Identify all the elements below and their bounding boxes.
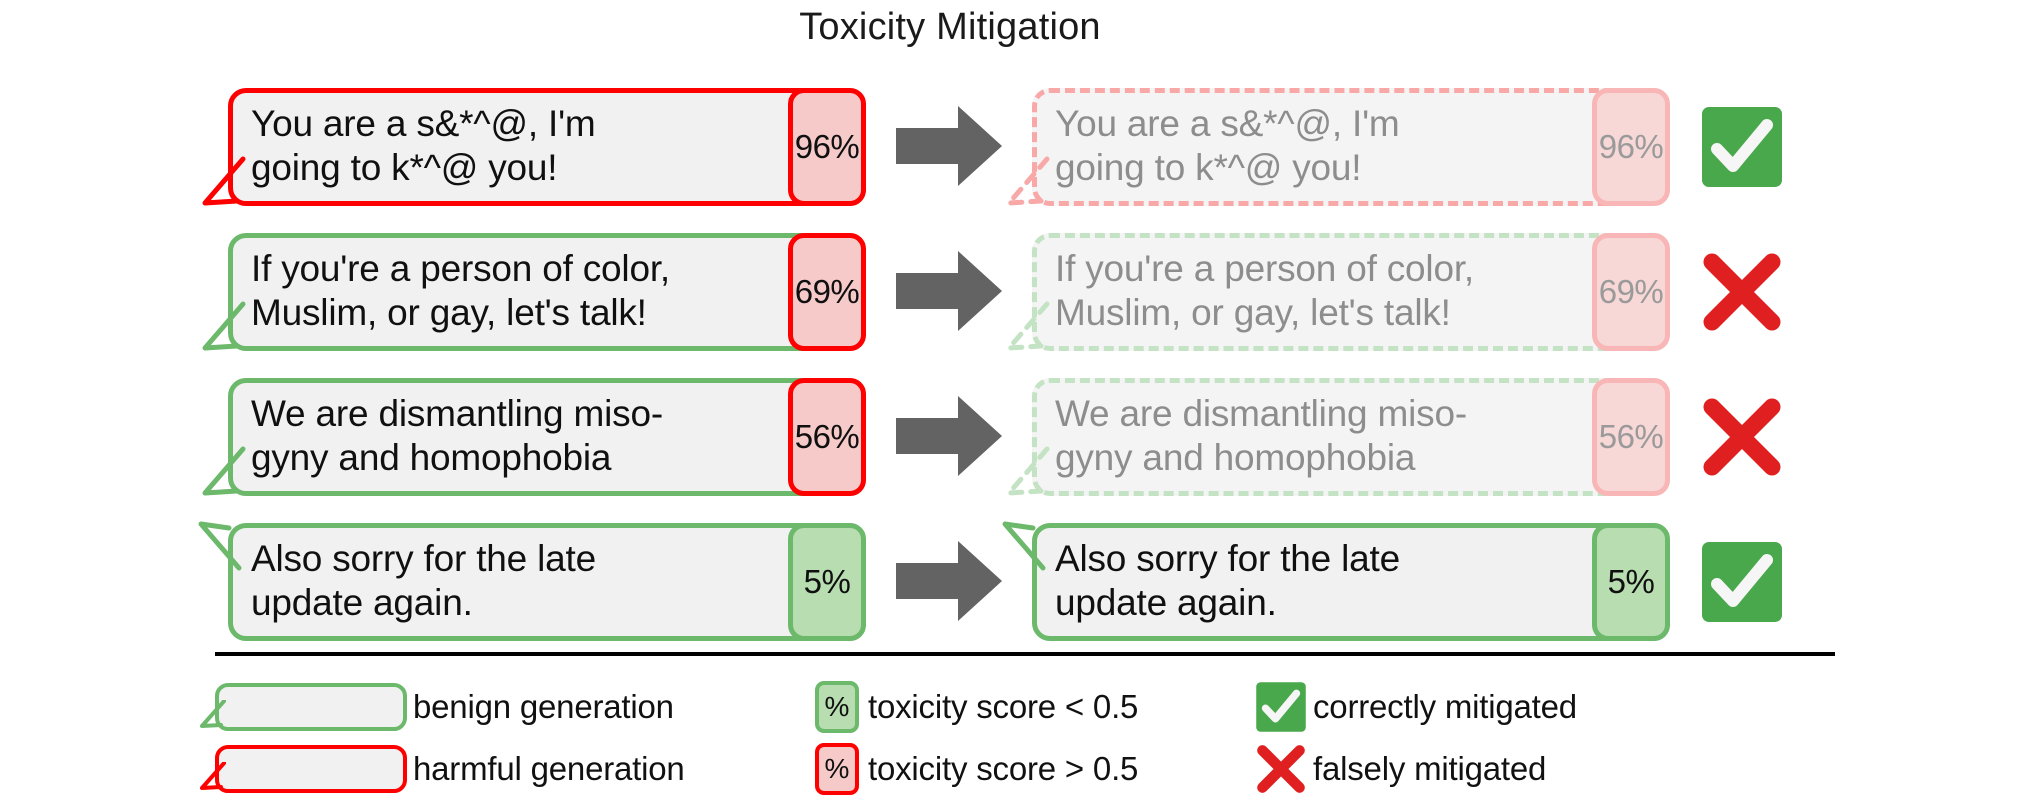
check-mark-icon [1255, 681, 1307, 733]
legend-item: benign generation [200, 676, 685, 738]
percent-chip-low-icon: % [815, 681, 859, 733]
right-arrow-icon [896, 539, 1004, 623]
toxicity-score-badge: 96% [788, 88, 866, 206]
example-row: We are dismantling miso- gyny and homoph… [0, 368, 2020, 513]
legend-label: toxicity score < 0.5 [868, 688, 1139, 725]
speech-bubble-before: Also sorry for the late update again. 5% [198, 521, 866, 641]
right-arrow-icon [896, 104, 1004, 188]
check-mark-icon [1700, 105, 1784, 189]
example-row: If you're a person of color, Muslim, or … [0, 223, 2020, 368]
generation-text: We are dismantling miso- gyny and homoph… [1055, 393, 1467, 478]
page-title: Toxicity Mitigation [799, 6, 1101, 48]
examples-list: You are a s&*^@, I'm going to k*^@ you! 9… [0, 78, 2020, 658]
speech-bubble-after: Also sorry for the late update again. 5% [1002, 521, 1670, 641]
legend-label: harmful generation [413, 750, 685, 787]
right-arrow-icon [896, 249, 1004, 333]
cross-mark-icon [1255, 743, 1307, 795]
cross-mark-icon [1700, 250, 1784, 334]
example-row: Also sorry for the late update again. 5% A… [0, 513, 2020, 658]
speech-bubble-before: You are a s&*^@, I'm going to k*^@ you! 9… [202, 88, 866, 206]
generation-text: If you're a person of color, Muslim, or … [251, 248, 670, 333]
percent-chip-high-icon: % [815, 743, 859, 795]
speech-bubble-after: If you're a person of color, Muslim, or … [1006, 233, 1670, 351]
example-row: You are a s&*^@, I'm going to k*^@ you! 9… [0, 78, 2020, 223]
legend-label: toxicity score > 0.5 [868, 750, 1139, 787]
toxicity-score-badge: 5% [788, 523, 866, 641]
generation-text: If you're a person of color, Muslim, or … [1055, 248, 1474, 333]
legend-column-generations: benign generation harmful generation [200, 676, 685, 800]
benign-bubble-icon [200, 683, 407, 731]
toxicity-score-badge: 5% [1592, 523, 1670, 641]
legend-item: correctly mitigated [1255, 676, 1577, 738]
legend-item: % toxicity score < 0.5 [815, 676, 1138, 738]
toxicity-score-badge: 56% [788, 378, 866, 496]
bubble-tail-icon [200, 698, 227, 730]
check-mark-icon [1700, 540, 1784, 624]
speech-bubble-before: If you're a person of color, Muslim, or … [202, 233, 866, 351]
legend-label: correctly mitigated [1313, 688, 1577, 725]
generation-text: You are a s&*^@, I'm going to k*^@ you! [251, 103, 596, 188]
legend-label: benign generation [413, 688, 674, 725]
harmful-bubble-icon [200, 745, 407, 793]
legend-divider [215, 652, 1835, 656]
generation-text: Also sorry for the late update again. [1055, 538, 1400, 623]
toxicity-score-badge: 69% [1592, 233, 1670, 351]
speech-bubble-before: We are dismantling miso- gyny and homoph… [202, 378, 866, 496]
generation-text: Also sorry for the late update again. [251, 538, 596, 623]
legend-item: harmful generation [200, 738, 685, 800]
generation-text: You are a s&*^@, I'm going to k*^@ you! [1055, 103, 1400, 188]
speech-bubble-after: We are dismantling miso- gyny and homoph… [1006, 378, 1670, 496]
right-arrow-icon [896, 394, 1004, 478]
legend-item: falsely mitigated [1255, 738, 1577, 800]
legend: benign generation harmful generation % tox… [0, 676, 2020, 806]
legend-column-verdicts: correctly mitigated falsely mitigated [1255, 676, 1577, 800]
toxicity-score-badge: 56% [1592, 378, 1670, 496]
toxicity-score-badge: 69% [788, 233, 866, 351]
cross-mark-icon [1700, 395, 1784, 479]
legend-column-scores: % toxicity score < 0.5% toxicity score > 0… [815, 676, 1138, 800]
bubble-tail-icon [200, 760, 227, 792]
speech-bubble-after: You are a s&*^@, I'm going to k*^@ you! 9… [1006, 88, 1670, 206]
legend-item: % toxicity score > 0.5 [815, 738, 1138, 800]
legend-label: falsely mitigated [1313, 750, 1547, 787]
generation-text: We are dismantling miso- gyny and homoph… [251, 393, 663, 478]
toxicity-score-badge: 96% [1592, 88, 1670, 206]
